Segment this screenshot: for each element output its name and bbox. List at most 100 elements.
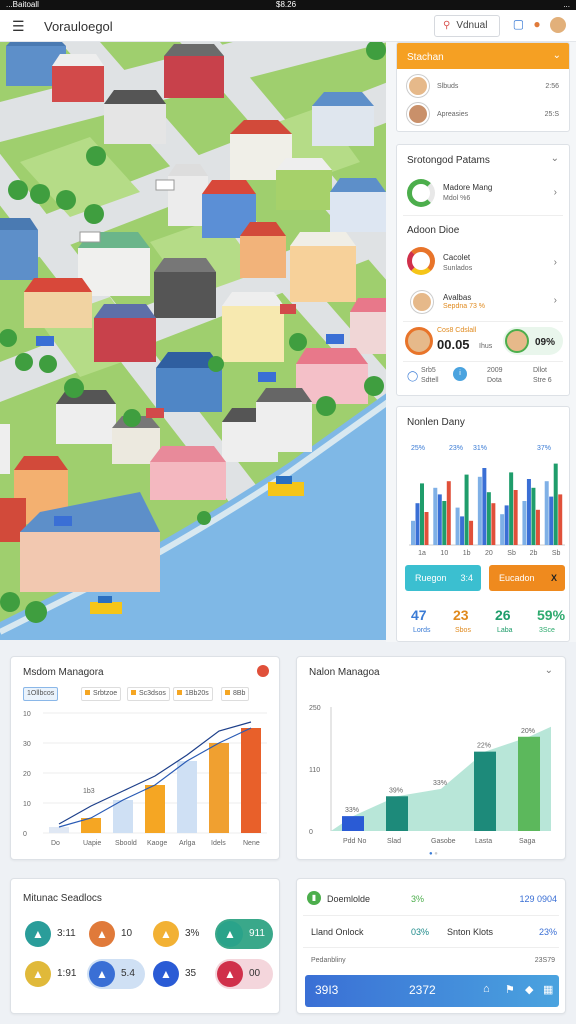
bar — [474, 751, 496, 831]
bar — [518, 736, 540, 831]
status-row-value: 25:S — [544, 111, 559, 118]
ruegon-button[interactable]: Ruegon 3:4 — [405, 565, 481, 591]
donut-chart-orange — [407, 247, 435, 275]
bar — [411, 520, 415, 545]
data-label: 39% — [389, 787, 403, 794]
search-button[interactable]: ⚲ Vdnual — [434, 15, 500, 37]
seadloc-item[interactable]: ▲ 911 — [215, 919, 273, 949]
filter-pill[interactable]: 8Bb — [221, 687, 250, 701]
avatar — [505, 329, 529, 353]
stat-number: 59% — [537, 607, 566, 623]
bar — [522, 501, 527, 545]
notification-icon[interactable]: ● — [533, 17, 540, 31]
y-tick-label: 30 — [23, 741, 31, 748]
bar — [535, 509, 540, 545]
pin-icon[interactable]: ⚑ — [505, 983, 515, 996]
row-title: Avalbas — [443, 293, 472, 302]
bar — [113, 800, 133, 833]
daily-card: Nonlen Dany 25% 23% 31% 37% 1a 10 1b 20 Sb 2b… — [396, 406, 570, 642]
seadloc-icon: ▲ — [89, 961, 115, 987]
divider — [303, 915, 559, 916]
filter-pill[interactable]: Sc3dsos — [127, 687, 170, 701]
footer-value: 23S79 — [534, 957, 555, 964]
chevron-right-icon[interactable]: › — [554, 295, 557, 306]
status-row-label: Slbuds — [437, 83, 459, 90]
divider — [303, 947, 559, 948]
bar — [386, 796, 408, 831]
seadloc-item[interactable]: ▲ 3% — [151, 919, 209, 949]
alert-icon[interactable] — [257, 665, 269, 677]
x-tick-label: Lasta — [475, 838, 492, 845]
chevron-down-icon[interactable]: ⌄ — [551, 153, 559, 164]
daily-card-title: Nonlen Dany — [407, 417, 465, 428]
bar — [342, 816, 364, 831]
summary-row-label: Lland Onlock — [311, 927, 364, 937]
data-label: 1b3 — [83, 788, 95, 795]
seadloc-item[interactable]: ▲ 3:11 — [23, 919, 81, 949]
bar — [460, 516, 465, 545]
summary-row-label: Doemlolde — [327, 894, 371, 904]
seadloc-item[interactable]: ▲ 00 — [215, 959, 273, 989]
filter-pill[interactable]: Srbtzoe — [81, 687, 122, 701]
check-icon: ▮ — [307, 891, 321, 905]
chevron-right-icon[interactable]: › — [554, 257, 557, 268]
eucadon-button[interactable]: Eucadon X — [489, 565, 565, 591]
timer-avatar — [405, 327, 433, 355]
city-map[interactable] — [0, 42, 388, 640]
grid-icon[interactable]: ▦ — [543, 983, 553, 996]
seadloc-value: 5.4 — [121, 968, 135, 979]
ring-icon: ◯ — [407, 371, 419, 382]
filter-pill[interactable]: 1Ollbcos — [23, 687, 59, 701]
msdom-panel: Msdom Managora 1Ollbcos Srbtzoe Sc3dsos … — [10, 656, 280, 860]
bar — [509, 472, 514, 545]
row-subtitle: Mdol %6 — [443, 195, 471, 202]
patients-card-title: Srotongod Patams — [407, 155, 490, 166]
y-tick-label: 250 — [309, 705, 321, 712]
summary-row-pct: 03% — [411, 927, 430, 937]
timer-unit: Ihus — [479, 343, 493, 350]
seadloc-item[interactable]: ▲ 35 — [151, 959, 209, 989]
avatar[interactable] — [550, 17, 566, 33]
home-icon[interactable]: ⌂ — [483, 983, 490, 995]
bar — [145, 785, 165, 833]
seadloc-item[interactable]: ▲ 5.4 — [87, 959, 145, 989]
chevron-down-icon[interactable]: ⌄ — [545, 665, 553, 676]
summary-bar[interactable]: 39I3 2372 ⌂ ⚑ ◆ ▦ — [305, 975, 559, 1007]
hamburger-icon[interactable]: ☰ — [12, 19, 25, 33]
daily-top-label: 31% — [473, 445, 488, 452]
stat-number: 47 — [411, 607, 427, 623]
seadloc-icon: ▲ — [153, 961, 179, 987]
divider — [403, 215, 563, 216]
seadloc-value: 3% — [185, 928, 200, 939]
summary-panel: ▮ Doemlolde 3% 129 0904 Lland Onlock 03%… — [296, 878, 566, 1014]
window-icon[interactable]: ▢ — [513, 17, 524, 31]
status-time: $8.26 — [276, 0, 297, 9]
bar — [433, 487, 438, 545]
summary-bar-value: 2372 — [409, 983, 436, 997]
filter-pill[interactable]: 1Bb20s — [173, 687, 213, 701]
chevron-down-icon[interactable]: ⌄ — [553, 50, 561, 61]
status-row-label: Apreasies — [437, 111, 469, 118]
summary-row-label: Snton Klots — [447, 927, 494, 937]
data-label: 20% — [521, 728, 535, 735]
footer-label: Srb5 — [421, 367, 436, 374]
bar — [526, 479, 531, 545]
chevron-right-icon[interactable]: › — [554, 187, 557, 198]
search-label: Vdnual — [456, 20, 488, 31]
status-right: ... — [563, 0, 570, 9]
bar — [442, 501, 447, 545]
status-card-title: Stachan — [407, 52, 444, 63]
avatar — [407, 75, 429, 97]
daily-bar-chart: 1a 10 1b 20 Sb 2b Sb — [409, 463, 565, 557]
x-tick-label: Sb — [552, 550, 561, 557]
city-map-illustration — [0, 42, 388, 640]
bar — [482, 468, 487, 545]
stat-label: 3Sce — [539, 627, 555, 634]
seadloc-item[interactable]: ▲ 10 — [87, 919, 145, 949]
bar — [504, 505, 509, 545]
stat-label: Sbos — [455, 627, 471, 634]
seadloc-item[interactable]: ▲ 1:91 — [23, 959, 81, 989]
footer-label: Pedanbliny — [311, 957, 346, 964]
footer-label: Sdtell — [421, 377, 439, 384]
tag-icon[interactable]: ◆ — [525, 983, 533, 996]
